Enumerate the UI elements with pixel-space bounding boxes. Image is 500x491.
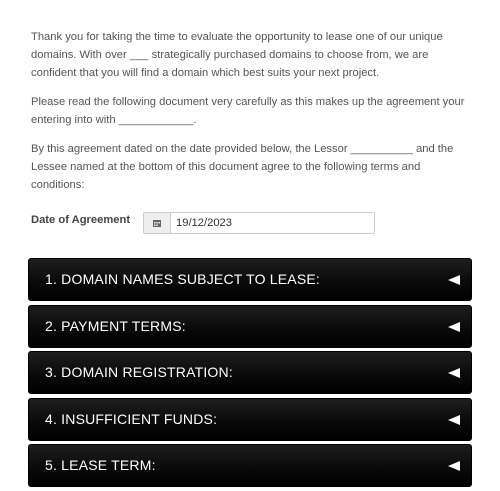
intro-paragraph-1: Thank you for taking the time to evaluat… [31, 31, 443, 79]
collapse-arrow-icon[interactable] [448, 461, 460, 471]
date-of-agreement-label: Date of Agreement [31, 214, 131, 226]
section-insufficient-funds-header[interactable]: 4. INSUFFICIENT FUNDS: [28, 397, 472, 441]
section-lease-term-header[interactable]: 5. LEASE TERM: [28, 444, 472, 487]
date-of-agreement-field[interactable]: 19/12/2023 [143, 212, 375, 234]
section-payment-terms-header[interactable]: 2. PAYMENT TERMS: [28, 304, 472, 348]
collapse-arrow-icon[interactable] [448, 275, 460, 285]
agreement-intro: Thank you for taking the time to evaluat… [31, 28, 471, 205]
date-of-agreement-value[interactable]: 19/12/2023 [171, 213, 232, 233]
calendar-icon[interactable] [144, 213, 171, 233]
section-domain-names-header[interactable]: 1. DOMAIN NAMES SUBJECT TO LEASE: [28, 258, 472, 301]
section-title: 3. DOMAIN REGISTRATION: [45, 364, 233, 380]
intro-paragraph-2: Please read the following document very … [31, 96, 465, 126]
date-of-agreement-row: Date of Agreement 19/12/2023 [31, 212, 471, 234]
section-title: 5. LEASE TERM: [45, 457, 156, 473]
section-title: 4. INSUFFICIENT FUNDS: [45, 410, 218, 427]
terms-accordion: 1. DOMAIN NAMES SUBJECT TO LEASE: 2. PAY… [28, 258, 472, 491]
section-domain-registration-header[interactable]: 3. DOMAIN REGISTRATION: [28, 351, 472, 394]
section-title: 2. PAYMENT TERMS: [45, 317, 186, 334]
collapse-arrow-icon[interactable] [448, 414, 460, 425]
section-title: 1. DOMAIN NAMES SUBJECT TO LEASE: [45, 271, 321, 287]
collapse-arrow-icon[interactable] [448, 368, 460, 378]
intro-paragraph-3: By this agreement dated on the date prov… [31, 143, 454, 191]
collapse-arrow-icon[interactable] [448, 321, 460, 332]
